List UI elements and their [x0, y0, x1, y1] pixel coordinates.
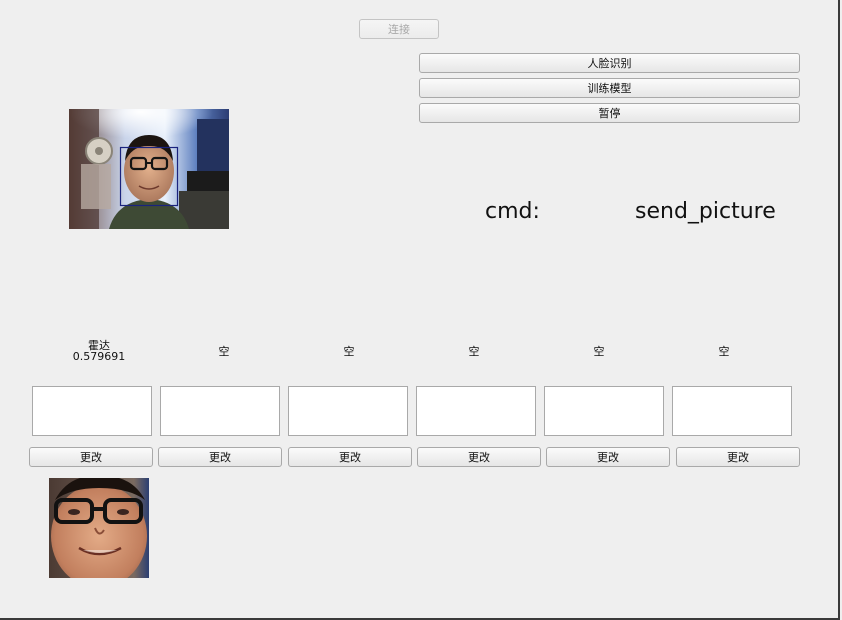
- slot-6-change-button[interactable]: 更改: [676, 447, 800, 467]
- pause-button[interactable]: 暂停: [419, 103, 800, 123]
- slot-4-image-box: [416, 386, 536, 436]
- slot-3-change-button[interactable]: 更改: [288, 447, 412, 467]
- slot-5-label: 空: [593, 345, 605, 358]
- slot-6-image-box: [672, 386, 792, 436]
- slot-4-label: 空: [468, 345, 480, 358]
- camera-frame-image: [69, 109, 229, 229]
- slot-2-image-box: [160, 386, 280, 436]
- slot-4-change-button[interactable]: 更改: [417, 447, 541, 467]
- slot-5-change-button[interactable]: 更改: [546, 447, 670, 467]
- cropped-face-thumbnail: [49, 478, 149, 578]
- slot-2-change-button[interactable]: 更改: [158, 447, 282, 467]
- slot-6-label: 空: [718, 345, 730, 358]
- cropped-face-image: [49, 478, 149, 578]
- face-recognition-button[interactable]: 人脸识别: [419, 53, 800, 73]
- slot-5-image-box: [544, 386, 664, 436]
- connect-button[interactable]: 连接: [359, 19, 439, 39]
- slot-1-score: 0.579691: [72, 350, 126, 363]
- train-model-button[interactable]: 训练模型: [419, 78, 800, 98]
- slot-1-change-button[interactable]: 更改: [29, 447, 153, 467]
- cmd-value: send_picture: [635, 199, 776, 224]
- camera-preview: [69, 109, 229, 229]
- slot-3-label: 空: [343, 345, 355, 358]
- slot-1-label: 霍达 0.579691: [39, 340, 159, 362]
- cmd-label: cmd:: [485, 199, 540, 224]
- slot-2-label: 空: [218, 345, 230, 358]
- slot-3-image-box: [288, 386, 408, 436]
- slot-1-image-box: [32, 386, 152, 436]
- main-window: 连接 人脸识别 训练模型 暂停 cmd: send_picture 霍达 0.5…: [0, 0, 840, 620]
